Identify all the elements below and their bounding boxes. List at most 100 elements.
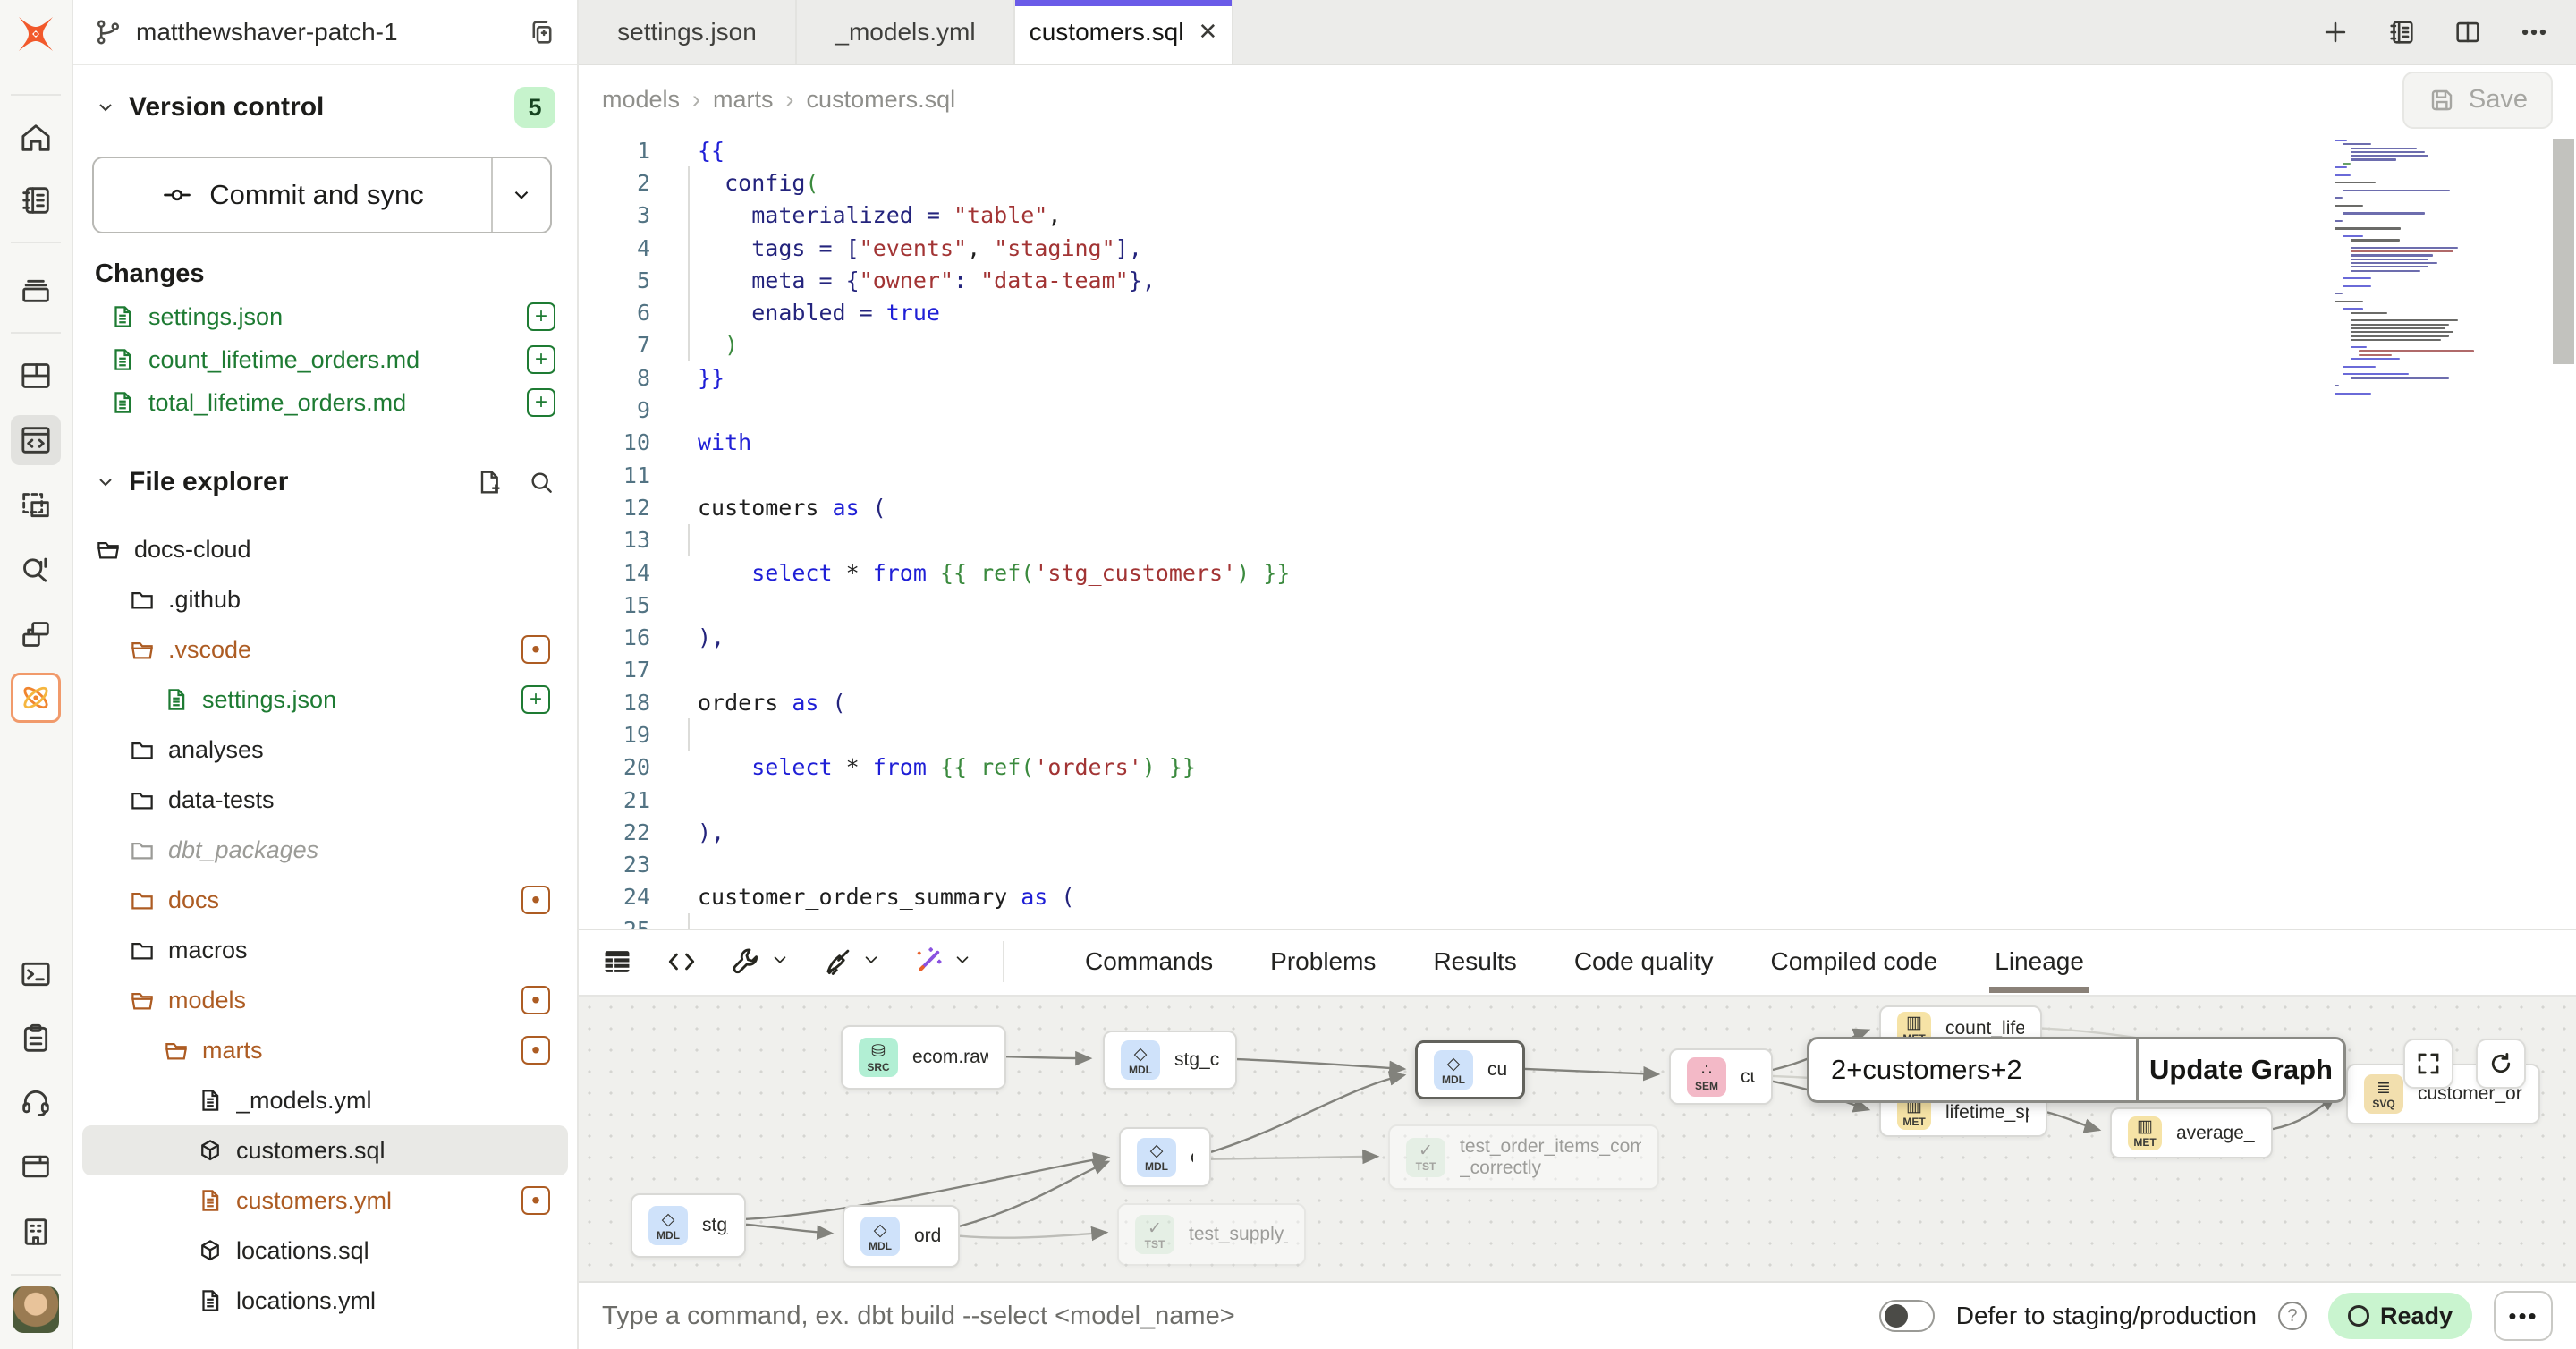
lineage-node-stg_orders[interactable]: ◇MDLstg_orders (631, 1193, 746, 1258)
code-editor[interactable]: 1{{2 config(3 materialized = "table",4 t… (579, 134, 2576, 929)
editor-tab-customers.sql[interactable]: customers.sql✕ (1015, 0, 1233, 64)
defer-toggle[interactable] (1879, 1300, 1935, 1332)
lineage-node-customers[interactable]: ◇MDLcustomers (1415, 1040, 1525, 1099)
refresh-button[interactable] (2476, 1039, 2526, 1089)
tree-item-analyses[interactable]: analyses (82, 725, 568, 775)
command-input[interactable]: Type a command, ex. dbt build --select <… (602, 1302, 1235, 1331)
tree-item-customers.yml[interactable]: customers.yml• (82, 1175, 568, 1226)
status-ready-badge[interactable]: Ready (2328, 1293, 2472, 1339)
user-avatar[interactable] (13, 1286, 59, 1333)
preview-table-icon[interactable] (600, 945, 634, 979)
copilot-wand-icon[interactable] (911, 945, 972, 979)
tree-item-_models.yml[interactable]: _models.yml (82, 1075, 568, 1125)
compile-code-icon[interactable] (665, 945, 699, 979)
lineage-canvas[interactable]: ⛁SRCecom.raw_customers ◇MDLstg_customers ◇… (579, 995, 2576, 1281)
panel-tab-Commands[interactable]: Commands (1085, 930, 1213, 993)
new-file-icon[interactable] (475, 468, 504, 496)
build-wrench-icon[interactable] (729, 945, 790, 979)
lineage-node-order_items[interactable]: ◇MDLorder_items (843, 1205, 960, 1268)
split-editor-icon[interactable] (2453, 17, 2483, 47)
clipboard-icon[interactable] (11, 1014, 61, 1064)
lineage-node-stg_customers[interactable]: ◇MDLstg_customers (1103, 1031, 1237, 1090)
tree-item-label: _models.yml (236, 1087, 550, 1115)
add-file-badge[interactable]: + (527, 302, 555, 331)
browser-icon[interactable] (11, 1141, 61, 1192)
lineage-node-ecom.raw_customers[interactable]: ⛁SRCecom.raw_customers (841, 1025, 1006, 1090)
dbt-logo (14, 13, 57, 55)
fullscreen-button[interactable] (2403, 1039, 2453, 1089)
more-icon[interactable] (2519, 17, 2549, 47)
changed-file-row[interactable]: settings.json+ (73, 295, 577, 338)
format-broom-icon[interactable] (820, 945, 881, 979)
lineage-node-test_supply_costs_sum_correctly[interactable]: ✓TSTtest_supply_costs_sum_correctly (1117, 1203, 1306, 1266)
archive-icon[interactable] (11, 264, 61, 314)
tree-item-docs[interactable]: docs• (82, 875, 568, 925)
tree-item-marts[interactable]: marts• (82, 1025, 568, 1075)
notebook-icon[interactable] (11, 175, 61, 225)
commit-and-sync-button[interactable]: Commit and sync (92, 157, 552, 233)
tree-item-.github[interactable]: .github (82, 574, 568, 624)
terminal-icon[interactable] (11, 949, 61, 999)
lineage-node-average_order_value[interactable]: ▥METaverage_order_value (2110, 1107, 2273, 1158)
editor-tab-settings.json[interactable]: settings.json (579, 0, 797, 64)
file-icon (163, 686, 190, 713)
lineage-selector-input[interactable] (1809, 1039, 2136, 1100)
breadcrumb-item[interactable]: marts (713, 86, 774, 114)
branch-name[interactable]: matthewshaver-patch-1 (136, 18, 514, 47)
tree-item-.vscode[interactable]: .vscode• (82, 624, 568, 674)
search-icon[interactable] (527, 468, 555, 496)
tree-item-locations.sql[interactable]: locations.sql (82, 1226, 568, 1276)
audit-search-icon[interactable] (11, 543, 61, 593)
layout-grid-icon[interactable] (11, 351, 61, 401)
more-options-button[interactable]: ••• (2494, 1291, 2553, 1341)
dbt-copilot-icon[interactable] (11, 673, 61, 723)
lineage-node-orders[interactable]: ◇MDLorders (1119, 1127, 1211, 1187)
editor-tab-_models.yml[interactable]: _models.yml (797, 0, 1015, 64)
commit-options-caret[interactable] (491, 158, 550, 232)
home-icon[interactable] (11, 113, 61, 163)
tree-item-docs-cloud[interactable]: docs-cloud (82, 524, 568, 574)
tree-item-dbt_packages[interactable]: dbt_packages (82, 825, 568, 875)
update-graph-button[interactable]: Update Graph (2136, 1039, 2343, 1100)
changed-file-row[interactable]: count_lifetime_orders.md+ (73, 338, 577, 381)
add-file-badge[interactable]: + (527, 388, 555, 417)
tree-item-settings.json[interactable]: settings.json+ (82, 674, 568, 725)
panel-tab-Problems[interactable]: Problems (1270, 930, 1376, 993)
headset-icon[interactable] (11, 1077, 61, 1127)
help-icon[interactable]: ? (2278, 1302, 2307, 1330)
code-editor-icon[interactable] (11, 415, 61, 465)
tree-item-data-tests[interactable]: data-tests (82, 775, 568, 825)
tree-item-customers.sql[interactable]: customers.sql (82, 1125, 568, 1175)
selection-icon[interactable] (11, 480, 61, 530)
notebook-icon[interactable] (2386, 17, 2417, 47)
organization-icon[interactable] (11, 1207, 61, 1257)
panel-tab-Compiled code[interactable]: Compiled code (1770, 930, 1937, 993)
breadcrumb-item[interactable]: models (602, 86, 680, 114)
changed-file-name: total_lifetime_orders.md (148, 389, 514, 417)
save-button[interactable]: Save (2402, 72, 2553, 129)
breadcrumb-item[interactable]: customers.sql (807, 86, 956, 114)
close-tab-icon[interactable]: ✕ (1198, 18, 1217, 46)
commit-main[interactable]: Commit and sync (94, 158, 491, 232)
changes-list: settings.json+count_lifetime_orders.md+t… (73, 295, 577, 424)
changed-file-row[interactable]: total_lifetime_orders.md + (73, 381, 577, 424)
copy-icon[interactable] (527, 17, 557, 47)
version-control-header[interactable]: Version control 5 (73, 86, 577, 129)
tree-item-models[interactable]: models• (82, 975, 568, 1025)
tree-item-macros[interactable]: macros (82, 925, 568, 975)
panel-tab-Results[interactable]: Results (1433, 930, 1516, 993)
lineage-node-customers[interactable]: ∴SEMcustomers (1669, 1048, 1773, 1105)
new-tab-icon[interactable] (2320, 17, 2351, 47)
tree-item-label: marts (202, 1037, 509, 1065)
panel-tab-Code quality[interactable]: Code quality (1574, 930, 1714, 993)
status-ring-icon (2348, 1305, 2369, 1327)
line-number: 15 (579, 592, 650, 618)
panel-tab-Lineage[interactable]: Lineage (1995, 930, 2084, 993)
modified-badge: • (521, 986, 550, 1014)
indent-guide (688, 264, 690, 296)
tree-item-locations.yml[interactable]: locations.yml (82, 1276, 568, 1326)
add-file-badge[interactable]: + (527, 345, 555, 374)
lineage-node-test_order_items_compute_to_bools[interactable]: ✓TSTtest_order_items_compute_to_bools _c… (1388, 1124, 1659, 1190)
windows-icon[interactable] (11, 609, 61, 659)
file-explorer-header[interactable]: File explorer (73, 462, 577, 503)
